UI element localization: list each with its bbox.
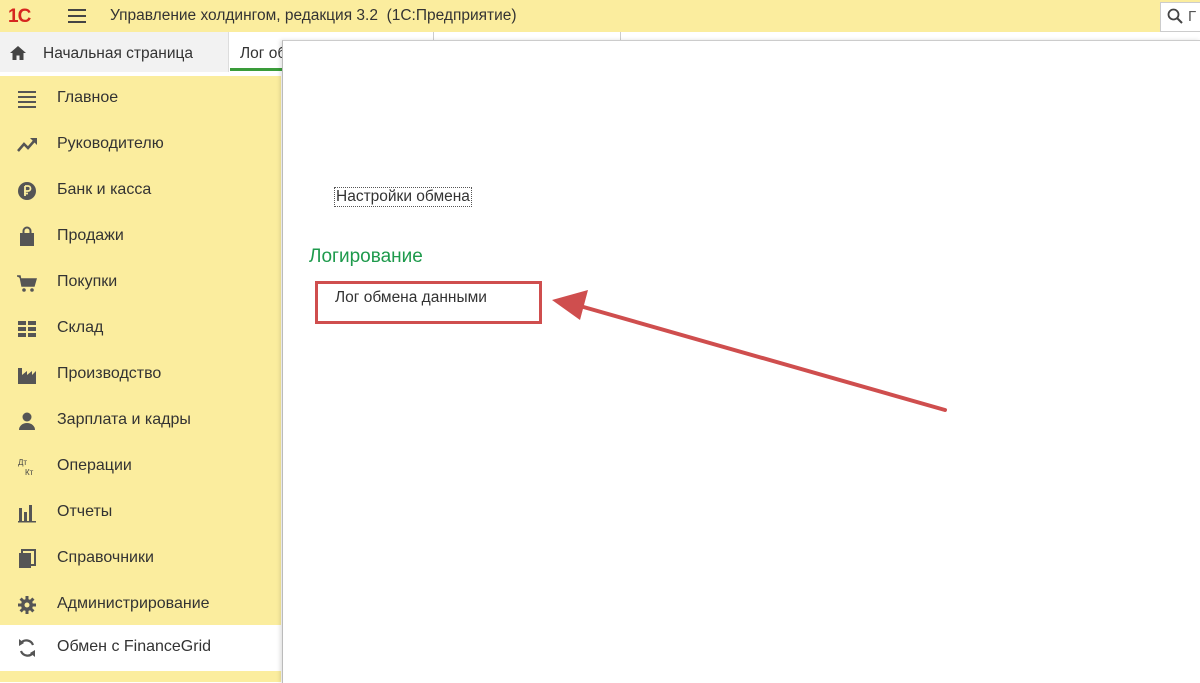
sidebar-item-label: Администрирование	[57, 595, 210, 612]
sidebar-item-bank[interactable]: Банк и касса	[0, 168, 281, 214]
tab-divider	[620, 32, 621, 40]
sidebar-item-reports[interactable]: Отчеты	[0, 490, 281, 536]
menu-lines-icon	[18, 91, 36, 108]
sidebar-item-label: Продажи	[57, 227, 124, 244]
sidebar-item-salary[interactable]: Зарплата и кадры	[0, 398, 281, 444]
person-icon	[19, 412, 35, 430]
sidebar-item-purchases[interactable]: Покупки	[0, 260, 281, 306]
exchange-settings-link[interactable]: Настройки обмена	[334, 187, 472, 207]
shopping-bag-icon	[20, 226, 34, 246]
tab-log[interactable]: Лог обмена данными	[230, 32, 288, 72]
main-menu-icon[interactable]	[68, 9, 86, 23]
sidebar-item-label: Главное	[57, 89, 119, 106]
sidebar-item-label: Зарплата и кадры	[57, 411, 191, 428]
svg-text:Кт: Кт	[25, 468, 34, 477]
sidebar-item-label: Операции	[57, 457, 132, 474]
warehouse-grid-icon	[18, 321, 36, 337]
sidebar-item-warehouse[interactable]: Склад	[0, 306, 281, 352]
sidebar-item-main[interactable]: Главное	[0, 76, 281, 122]
title-bar: 1С Управление холдингом, редакция 3.2 (1…	[0, 0, 1200, 32]
app-logo: 1С	[8, 6, 31, 27]
tab-divider	[433, 32, 434, 40]
factory-icon	[18, 368, 36, 384]
search-field[interactable]: Г	[1160, 2, 1200, 32]
ruble-icon	[18, 182, 36, 200]
annotation-highlight-box	[315, 281, 542, 324]
sidebar-item-label: Производство	[57, 365, 162, 382]
sidebar-item-label: Руководителю	[57, 135, 164, 152]
bar-chart-icon	[18, 505, 36, 523]
sidebar-item-operations[interactable]: Дт Кт Операции	[0, 444, 281, 490]
tab-home[interactable]: Начальная страница	[0, 32, 229, 72]
gear-icon	[18, 596, 36, 614]
active-tab-indicator	[230, 68, 288, 71]
svg-text:Дт: Дт	[18, 458, 27, 467]
logging-section-title: Логирование	[309, 246, 423, 267]
books-icon	[19, 549, 36, 568]
sidebar-item-label: Справочники	[57, 549, 154, 566]
sidebar-item-director[interactable]: Руководителю	[0, 122, 281, 168]
window-title: Управление холдингом, редакция 3.2 (1С:П…	[110, 7, 517, 24]
tab-home-label: Начальная страница	[43, 45, 193, 62]
sidebar-item-label: Склад	[57, 319, 104, 336]
sidebar-item-production[interactable]: Производство	[0, 352, 281, 398]
sidebar-item-financegrid[interactable]: Обмен с FinanceGrid	[0, 625, 281, 671]
sidebar-item-admin[interactable]: Администрирование	[0, 582, 281, 628]
sections-sidebar: Главное Руководителю Банк и касса Продаж…	[0, 76, 281, 682]
sidebar-item-catalogs[interactable]: Справочники	[0, 536, 281, 582]
home-icon	[10, 46, 26, 60]
annotation-arrow	[552, 290, 947, 412]
search-placeholder: Г	[1188, 8, 1197, 25]
cart-icon	[17, 275, 37, 292]
sidebar-item-label: Отчеты	[57, 503, 113, 520]
sync-icon	[19, 639, 35, 657]
dt-kt-icon: Дт Кт	[18, 458, 34, 477]
sidebar-item-sales[interactable]: Продажи	[0, 214, 281, 260]
sidebar-item-label: Банк и касса	[57, 181, 152, 198]
sidebar-item-label: Обмен с FinanceGrid	[57, 638, 212, 655]
tab-log-label: Лог обмена данными	[240, 45, 288, 62]
search-icon	[1167, 8, 1183, 24]
trend-up-icon	[17, 138, 37, 152]
sidebar-item-label: Покупки	[57, 273, 118, 290]
